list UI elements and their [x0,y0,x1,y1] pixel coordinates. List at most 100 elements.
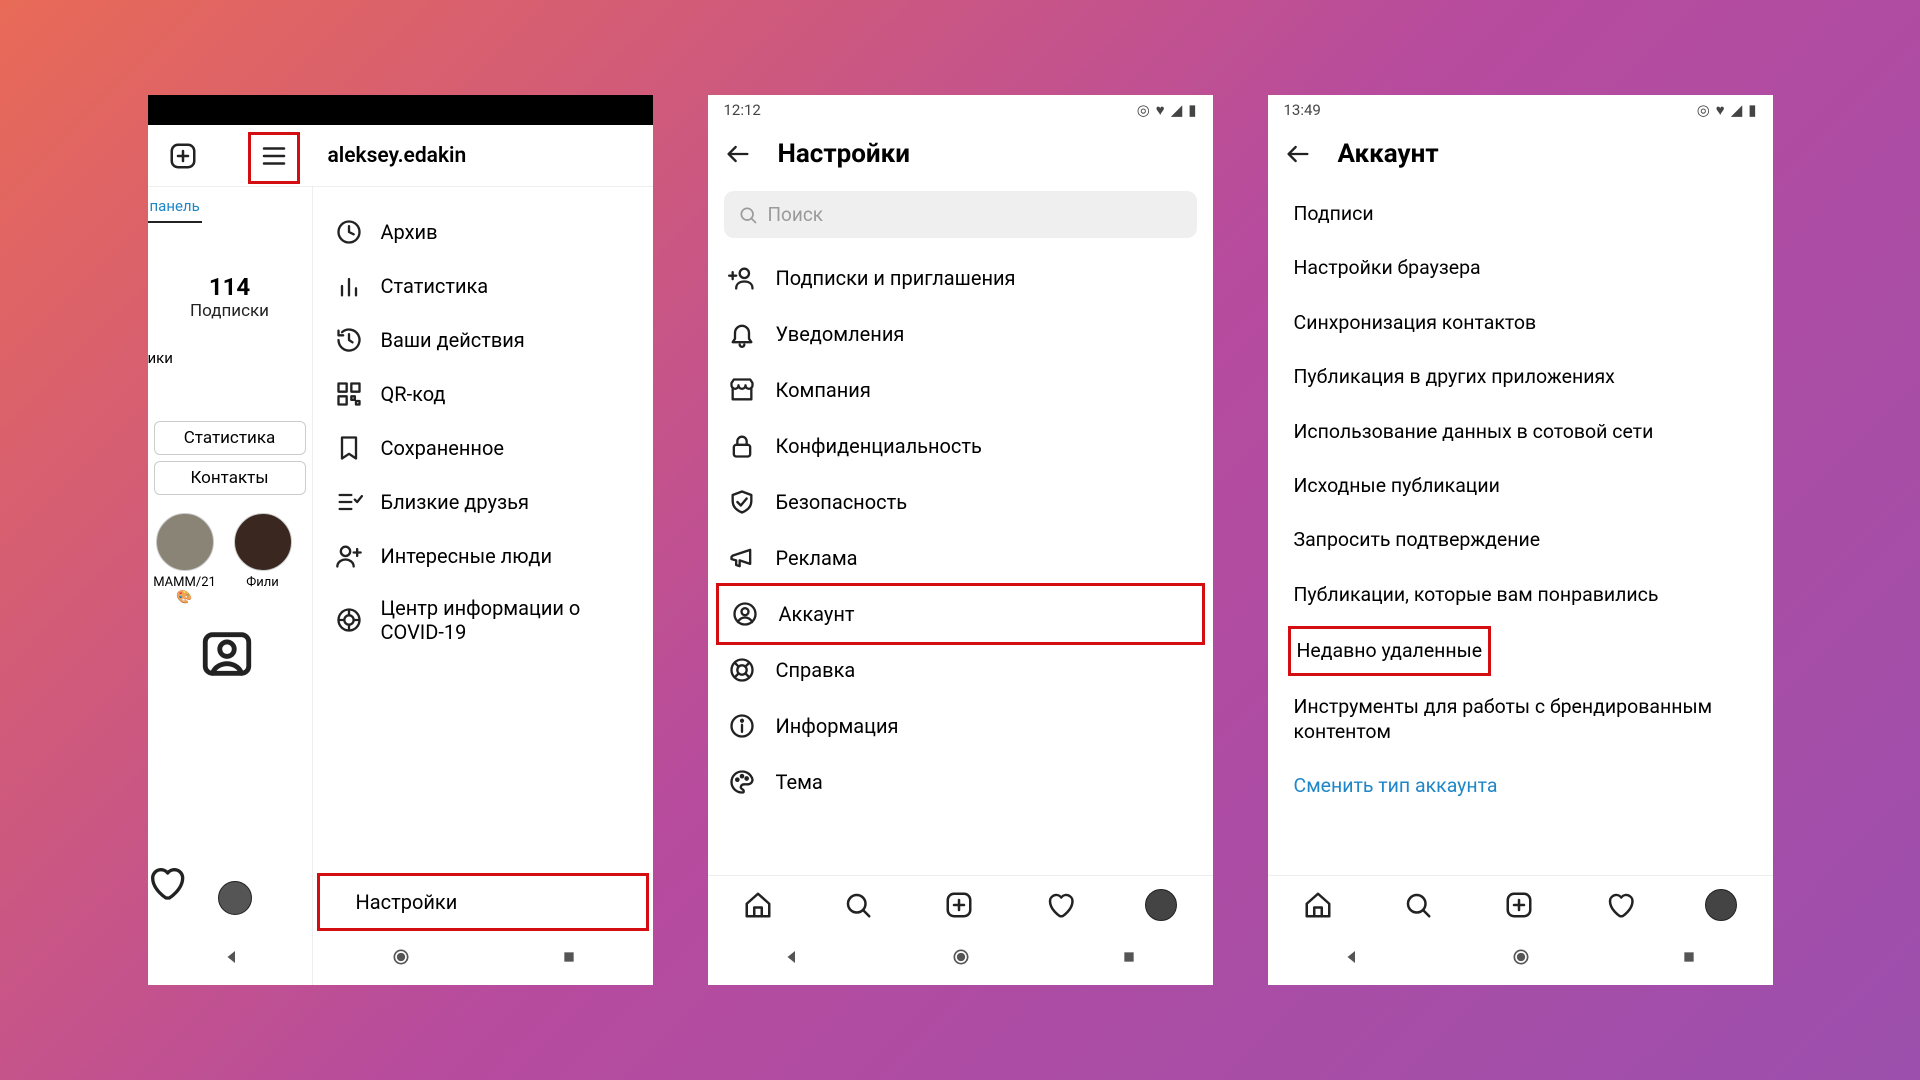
account-original[interactable]: Исходные публикации [1268,459,1773,513]
menu-label: Реклама [776,546,858,570]
nav-back-icon[interactable] [783,948,801,970]
nav-back-icon[interactable] [223,948,241,970]
nav-recent-icon[interactable] [1121,949,1137,969]
stat-clip: ики [148,349,173,367]
account-liked[interactable]: Публикации, которые вам понравились [1268,568,1773,622]
covid-icon [335,606,363,634]
story-highlight[interactable]: МАММ/21 🎨 [150,513,220,605]
settings-company[interactable]: Компания [708,362,1213,418]
battery-icon: ▮ [1188,101,1196,119]
menu-archive[interactable]: Архив [313,205,653,259]
menu-label: Центр информации о COVID-19 [381,596,631,644]
back-arrow-icon[interactable] [1284,140,1312,168]
tagged-tab-icon[interactable] [198,625,256,665]
settings-help[interactable]: Справка [708,642,1213,698]
account-switch-type[interactable]: Сменить тип аккаунта [1268,759,1773,813]
bottom-tabbar [1268,875,1773,933]
menu-discover[interactable]: Интересные люди [313,529,653,583]
following-count: 114 [148,273,312,301]
burger-menu-icon[interactable] [259,141,289,171]
nav-home-icon[interactable] [1511,947,1531,971]
bookmark-icon [335,434,363,462]
settings-theme[interactable]: Тема [708,754,1213,810]
account-captions[interactable]: Подписи [1268,187,1773,241]
profile-tab-icon[interactable] [1705,889,1737,921]
settings-security[interactable]: Безопасность [708,474,1213,530]
menu-label: Статистика [381,274,489,298]
account-cell-data[interactable]: Использование данных в сотовой сети [1268,405,1773,459]
create-tab-icon[interactable] [944,890,974,920]
menu-qr[interactable]: QR-код [313,367,653,421]
search-tab-icon[interactable] [843,890,873,920]
menu-covid[interactable]: Центр информации о COVID-19 [313,583,653,657]
nav-recent-icon[interactable] [561,949,577,969]
menu-settings[interactable]: Настройки [320,876,646,928]
nav-recent-icon[interactable] [1681,949,1697,969]
nav-home-icon[interactable] [391,947,411,971]
back-arrow-icon[interactable] [724,140,752,168]
search-input[interactable]: Поиск [724,191,1197,238]
settings-about[interactable]: Информация [708,698,1213,754]
search-tab-icon[interactable] [1403,890,1433,920]
menu-close-friends[interactable]: Близкие друзья [313,475,653,529]
account-branded[interactable]: Инструменты для работы с брендированным … [1268,680,1773,759]
home-tab-icon[interactable] [1303,890,1333,920]
story-highlight[interactable]: Фили [228,513,298,605]
menu-label: Безопасность [776,490,908,514]
settings-account[interactable]: Аккаунт [719,586,1202,642]
activity-icon [335,326,363,354]
menu-label: Аккаунт [779,602,855,626]
activity-tab-icon[interactable] [1605,890,1635,920]
account-share-other[interactable]: Публикация в других приложениях [1268,350,1773,404]
settings-notifications[interactable]: Уведомления [708,306,1213,362]
story-label: Фили [228,575,298,590]
settings-follow[interactable]: Подписки и приглашения [708,250,1213,306]
phone-account: 13:49 ◎ ♥ ◢ ▮ Аккаунт Подписи Настройки … [1268,95,1773,985]
account-verify[interactable]: Запросить подтверждение [1268,513,1773,567]
pro-panel-link[interactable]: панель [148,191,202,223]
insights-icon [335,272,363,300]
settings-header: Настройки [708,125,1213,179]
home-tab-icon[interactable] [743,890,773,920]
menu-activity[interactable]: Ваши действия [313,313,653,367]
following-stat[interactable]: 114 Подписки [148,273,312,321]
menu-label: Компания [776,378,871,402]
signal-icon: ◢ [1731,101,1743,119]
menu-insights[interactable]: Статистика [313,259,653,313]
heart-icon[interactable] [148,863,186,907]
menu-label: Подписки и приглашения [776,266,1016,290]
account-recently-deleted[interactable]: Недавно удаленные [1291,629,1489,673]
settings-privacy[interactable]: Конфиденциальность [708,418,1213,474]
nav-back-icon[interactable] [1343,948,1361,970]
highlight-burger [248,132,300,184]
nav-home-icon[interactable] [951,947,971,971]
account-browser[interactable]: Настройки браузера [1268,241,1773,295]
menu-label: Информация [776,714,899,738]
contacts-chip[interactable]: Контакты [154,461,306,495]
menu-label: Архив [381,220,438,244]
profile-tab-icon[interactable] [1145,889,1177,921]
status-bar: 12:12 ◎ ♥ ◢ ▮ [708,95,1213,125]
status-bar: 13:49 ◎ ♥ ◢ ▮ [1268,95,1773,125]
menu-label: Сохраненное [381,436,504,460]
settings-ads[interactable]: Реклама [708,530,1213,586]
story-label: МАММ/21 🎨 [150,575,220,605]
username-label: aleksey.edakin [328,144,467,168]
menu-label: Уведомления [776,322,905,346]
create-post-icon[interactable] [168,141,198,171]
profile-avatar-small[interactable] [218,881,252,915]
stats-chip[interactable]: Статистика [154,421,306,455]
battery-icon: ▮ [1748,101,1756,119]
shield-icon [728,488,756,516]
menu-label: Ваши действия [381,328,525,352]
profile-topbar: aleksey.edakin [148,125,653,187]
activity-tab-icon[interactable] [1045,890,1075,920]
account-contacts-sync[interactable]: Синхронизация контактов [1268,296,1773,350]
menu-label: Конфиденциальность [776,434,982,458]
android-navbar [1268,933,1773,985]
menu-label: QR-код [381,382,446,406]
menu-saved[interactable]: Сохраненное [313,421,653,475]
storefront-icon [728,376,756,404]
create-tab-icon[interactable] [1504,890,1534,920]
status-time: 13:49 [1284,101,1321,119]
